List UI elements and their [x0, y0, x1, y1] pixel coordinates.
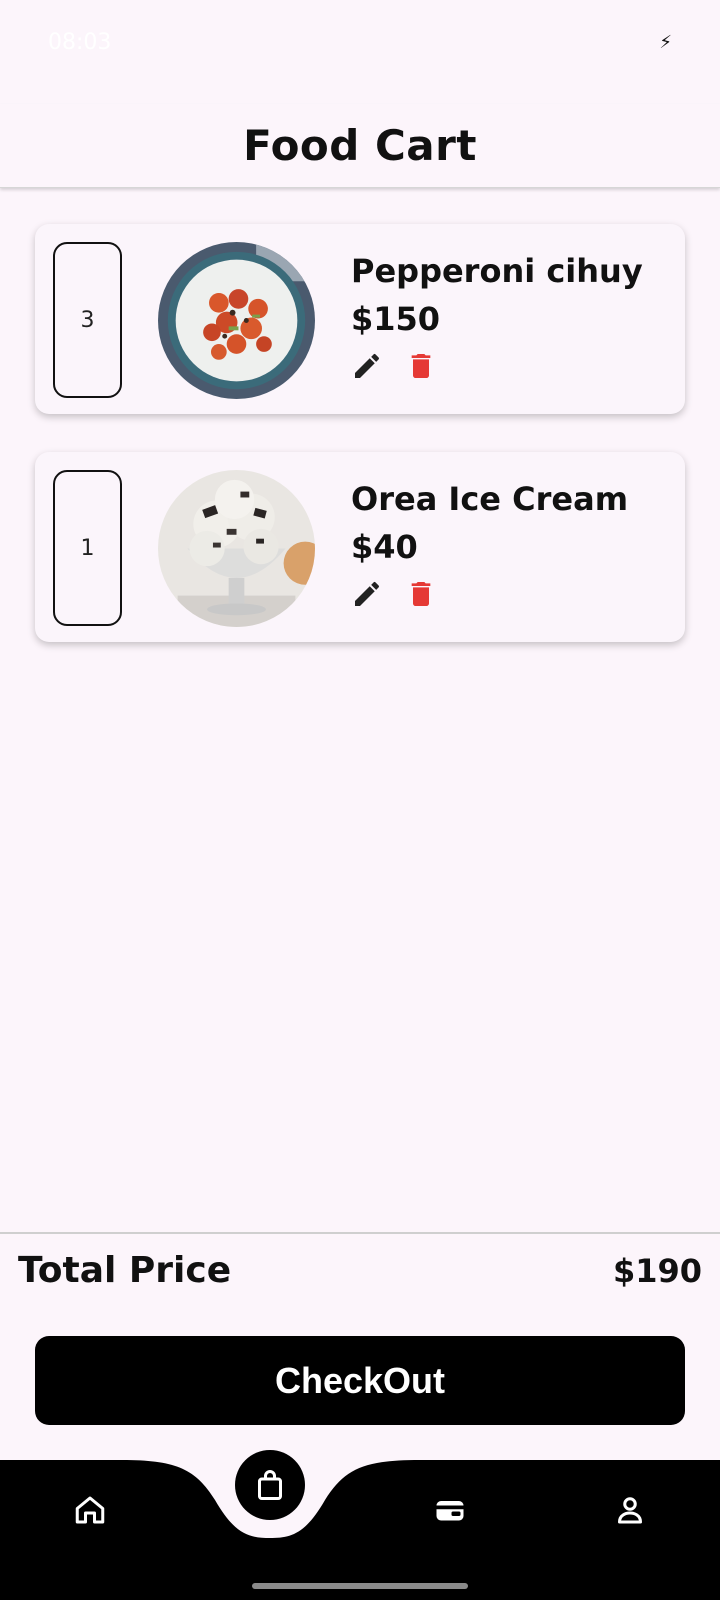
- item-info: Orea Ice Cream $40: [351, 480, 628, 610]
- status-time: 08:03: [48, 29, 112, 55]
- total-label: Total Price: [18, 1250, 232, 1291]
- divider: [0, 1232, 720, 1234]
- nav-profile[interactable]: [602, 1482, 658, 1538]
- status-icons: ⚡: [659, 32, 672, 53]
- status-bar: 08:03 ⚡: [0, 0, 720, 84]
- quantity-field[interactable]: 1: [53, 470, 122, 626]
- item-price: $40: [351, 528, 418, 566]
- home-icon: [75, 1496, 105, 1524]
- home-indicator: [252, 1583, 468, 1589]
- app-header: Food Cart: [0, 104, 720, 188]
- food-image: [158, 242, 315, 399]
- nav-wallet[interactable]: [422, 1482, 478, 1538]
- nav-home[interactable]: [62, 1482, 118, 1538]
- edit-icon[interactable]: [351, 350, 383, 382]
- cart-item: 1 Orea Ice Cream $40: [35, 452, 685, 642]
- item-price: $150: [351, 300, 441, 338]
- wallet-icon: [436, 1501, 464, 1521]
- edit-icon[interactable]: [351, 578, 383, 610]
- item-actions: [351, 350, 643, 382]
- item-name: Orea Ice Cream: [351, 480, 629, 518]
- nav-cart[interactable]: [235, 1450, 305, 1520]
- ice-cream-photo: [158, 470, 315, 627]
- cart-item: 3 Pepperoni cihuy $150: [35, 224, 685, 414]
- page-title: Food Cart: [243, 121, 477, 170]
- checkout-button[interactable]: CheckOut: [35, 1336, 685, 1425]
- delete-icon[interactable]: [405, 578, 437, 610]
- bottom-nav: [0, 1450, 720, 1600]
- item-info: Pepperoni cihuy $150: [351, 252, 643, 382]
- delete-icon[interactable]: [405, 350, 437, 382]
- quantity-field[interactable]: 3: [53, 242, 122, 398]
- item-name: Pepperoni cihuy: [351, 252, 643, 290]
- total-value: $190: [612, 1251, 702, 1290]
- rice-bowl-photo: [158, 242, 315, 399]
- food-image: [158, 470, 315, 627]
- shopping-bag-icon: [258, 1470, 282, 1500]
- total-row: Total Price $190: [18, 1250, 702, 1291]
- item-actions: [351, 578, 628, 610]
- profile-icon: [618, 1497, 642, 1524]
- charging-icon: ⚡: [659, 31, 672, 53]
